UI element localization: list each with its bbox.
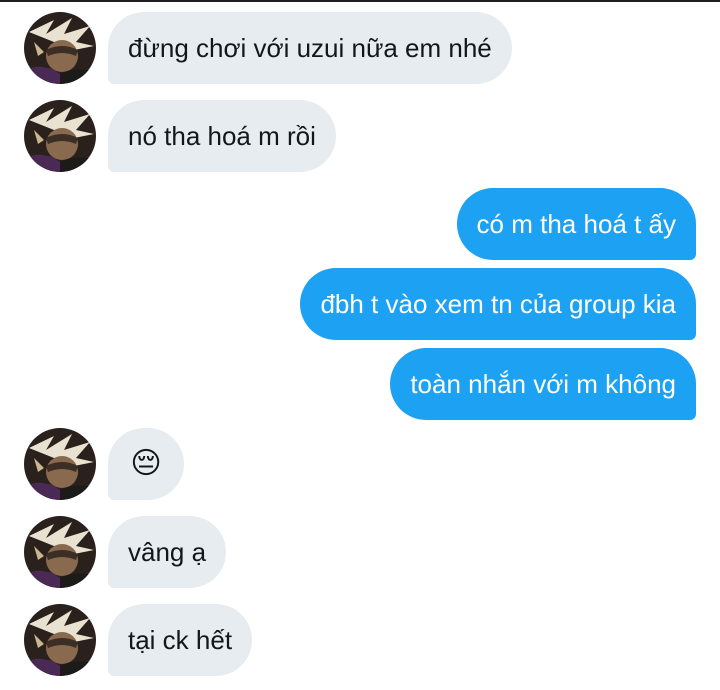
avatar-image-icon xyxy=(24,516,96,588)
incoming-message-bubble[interactable]: tại ck hết xyxy=(108,604,253,676)
sender-avatar[interactable] xyxy=(24,604,96,676)
incoming-message-bubble[interactable]: nó tha hoá m rồi xyxy=(108,100,336,172)
outgoing-message-bubble[interactable]: đbh t vào xem tn của group kia xyxy=(300,268,696,340)
avatar-image-icon xyxy=(24,604,96,676)
message-text: đbh t vào xem tn của group kia xyxy=(320,289,676,319)
incoming-message-bubble[interactable]: vâng ạ xyxy=(108,516,227,588)
message-text: toàn nhắn với m không xyxy=(410,369,676,399)
outgoing-message-bubble[interactable]: toàn nhắn với m không xyxy=(390,348,696,420)
message-text: tại ck hết xyxy=(128,625,233,655)
message-text: đừng chơi với uzui nữa em nhé xyxy=(128,33,492,63)
avatar-image-icon xyxy=(24,100,96,172)
incoming-emoji-bubble[interactable]: 😔 xyxy=(108,428,184,500)
message-text: có m tha hoá t ấy xyxy=(476,209,676,239)
message-text: vâng ạ xyxy=(128,537,207,567)
pensive-face-emoji: 😔 xyxy=(130,446,162,481)
incoming-message-bubble[interactable]: đừng chơi với uzui nữa em nhé xyxy=(108,12,512,84)
sender-avatar[interactable] xyxy=(24,100,96,172)
sender-avatar[interactable] xyxy=(24,12,96,84)
outgoing-message-bubble[interactable]: có m tha hoá t ấy xyxy=(456,188,696,260)
top-divider xyxy=(0,0,720,2)
message-text: nó tha hoá m rồi xyxy=(128,121,316,151)
avatar-image-icon xyxy=(24,12,96,84)
avatar-image-icon xyxy=(24,428,96,500)
sender-avatar[interactable] xyxy=(24,516,96,588)
sender-avatar[interactable] xyxy=(24,428,96,500)
